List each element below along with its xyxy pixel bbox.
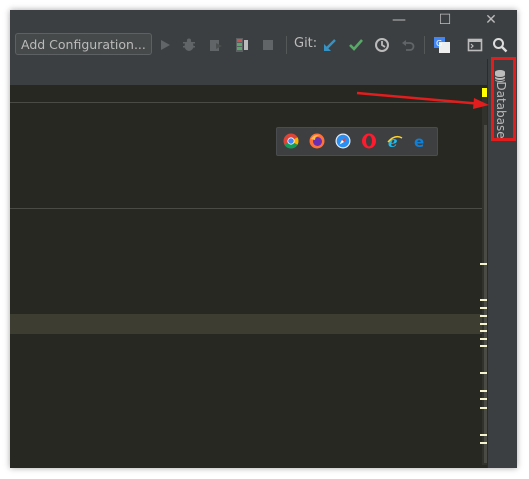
annotation-arrow	[356, 91, 489, 109]
